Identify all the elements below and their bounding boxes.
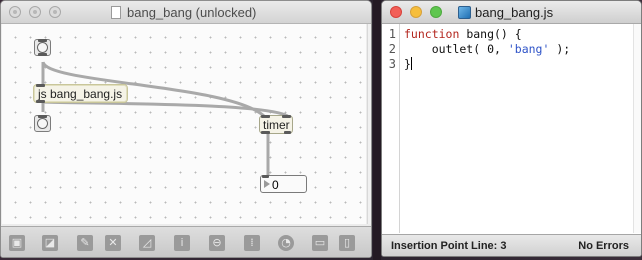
editor-title: bang_bang.js [475, 5, 554, 20]
text-cursor [410, 57, 412, 70]
minimize-button[interactable] [29, 6, 41, 18]
cord-js-to-timer-right [42, 100, 290, 119]
close-button[interactable] [390, 6, 402, 18]
editor-titlebar[interactable]: bang_bang.js [382, 1, 641, 24]
number-value: 0 [272, 178, 279, 192]
code-text: bang() { [459, 27, 522, 41]
patcher-toolbar: ▣ ◪ ✎ ✕ ◿ i ⊖ ⁞ ◔ ▭ ▯ [1, 226, 371, 257]
grid-icon[interactable]: ⁞ [244, 235, 260, 251]
error-status: No Errors [578, 240, 629, 252]
editor-scrollbar[interactable] [633, 24, 641, 233]
outlet[interactable] [261, 131, 270, 134]
patcher-scrollbar[interactable] [367, 24, 371, 224]
split-view-icon[interactable]: ▭ [312, 235, 328, 251]
slider-icon[interactable]: ⊖ [209, 235, 225, 251]
patcher-canvas[interactable]: js bang_bang.js timer 0 [2, 24, 366, 224]
js-object-label: js bang_bang.js [38, 87, 123, 101]
object-box-icon[interactable]: ✕ [105, 235, 121, 251]
line-number-gutter: 1 2 3 [382, 24, 400, 233]
inlet[interactable] [38, 39, 47, 42]
number-box[interactable]: 0 [260, 175, 307, 193]
minimize-button[interactable] [410, 6, 422, 18]
code-line-3[interactable]: } [404, 57, 412, 71]
presentation-icon[interactable]: ◪ [42, 235, 58, 251]
outlet[interactable] [36, 100, 45, 103]
bang-button-bottom[interactable] [34, 115, 51, 132]
editor-statusbar: Insertion Point Line: 3 No Errors [382, 234, 641, 256]
js-file-icon [458, 6, 471, 19]
code-text: outlet( 0, [404, 42, 508, 56]
number-triangle-icon [264, 180, 270, 188]
line-number: 3 [388, 57, 396, 71]
js-object[interactable]: js bang_bang.js [33, 84, 128, 103]
patcher-title: bang_bang (unlocked) [127, 5, 257, 20]
patcher-window: bang_bang (unlocked) js bang_bang.js tim… [0, 0, 372, 258]
clock-icon[interactable]: ◔ [278, 235, 294, 251]
lock-icon[interactable]: ▣ [9, 235, 25, 251]
code-area[interactable]: function bang() { outlet( 0, 'bang' ); } [400, 24, 636, 233]
outlet-right[interactable] [284, 131, 291, 134]
string-literal: 'bang' [507, 42, 550, 56]
inlet[interactable] [262, 175, 269, 178]
zoom-button[interactable] [430, 6, 442, 18]
code-text: ); [549, 42, 571, 56]
line-number: 2 [388, 42, 396, 56]
bang-circle-icon [37, 42, 48, 53]
document-icon [111, 6, 121, 19]
keyword-function: function [404, 27, 460, 41]
desktop-gap [373, 0, 381, 260]
patch-cords [41, 61, 290, 176]
code-text: } [404, 57, 411, 71]
zoom-button[interactable] [49, 6, 61, 18]
code-line-2[interactable]: outlet( 0, 'bang' ); [404, 42, 571, 56]
bang-circle-icon [37, 118, 48, 129]
chart-icon[interactable]: ◿ [139, 235, 155, 251]
info-icon[interactable]: i [174, 235, 190, 251]
paint-icon[interactable]: ✎ [77, 235, 93, 251]
code-line-1[interactable]: function bang() { [404, 27, 522, 41]
insertion-point-status: Insertion Point Line: 3 [391, 240, 507, 252]
bang-button-top[interactable] [34, 39, 51, 56]
editor-window: bang_bang.js 1 2 3 function bang() { out… [381, 0, 642, 257]
sidebar-icon[interactable]: ▯ [339, 235, 355, 251]
outlet[interactable] [38, 53, 47, 56]
line-number: 1 [388, 27, 396, 41]
timer-object[interactable]: timer [259, 115, 293, 134]
timer-object-label: timer [263, 118, 290, 132]
close-button[interactable] [9, 6, 21, 18]
patcher-titlebar[interactable]: bang_bang (unlocked) [1, 1, 371, 24]
inlet[interactable] [38, 115, 47, 118]
